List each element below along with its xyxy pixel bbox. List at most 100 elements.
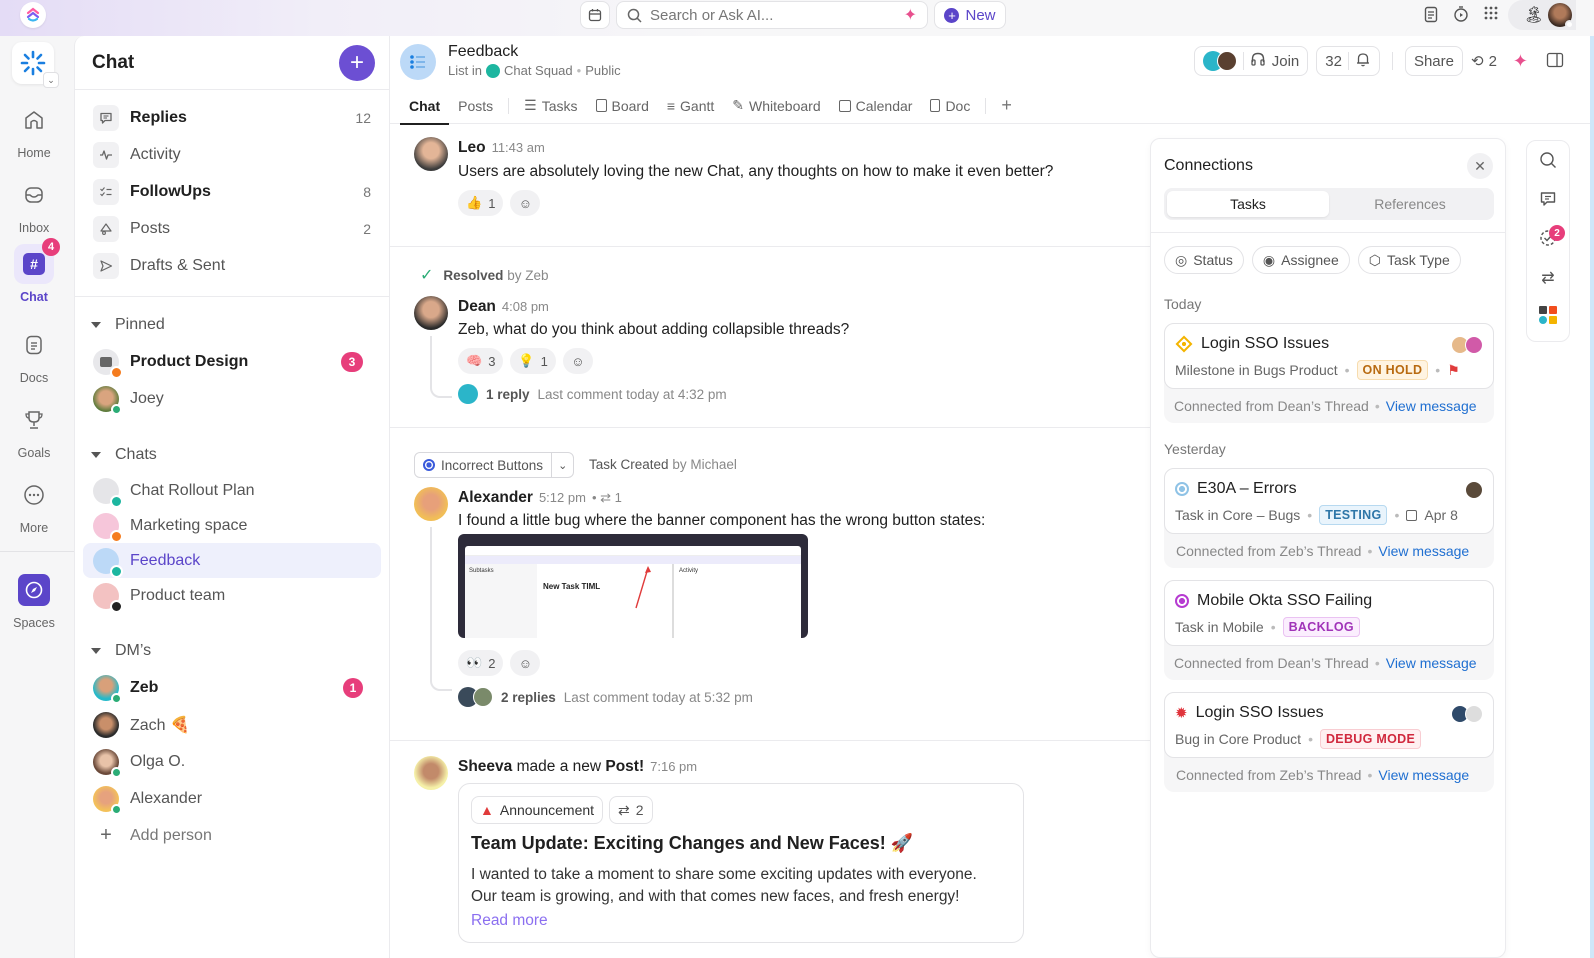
chat-item-joey[interactable]: Joey xyxy=(83,380,381,417)
app-logo[interactable] xyxy=(20,2,46,28)
channel-main: Feedback List in Chat Squad • Public Joi… xyxy=(390,36,1594,958)
workspace-chevron-icon[interactable]: ⌄ xyxy=(43,72,59,88)
notepad-icon[interactable] xyxy=(1423,5,1439,26)
task-chip[interactable]: Incorrect Buttons ⌄ xyxy=(414,452,575,478)
add-person-button[interactable]: + Add person xyxy=(83,817,381,854)
author-name[interactable]: Leo xyxy=(458,139,486,156)
author-name[interactable]: Alexander xyxy=(458,489,533,506)
sidebar-item-activity[interactable]: Activity xyxy=(83,136,381,173)
user-avatar[interactable] xyxy=(414,296,448,330)
announcement-tag[interactable]: ▲ Announcement xyxy=(471,796,604,824)
connection-card[interactable]: Login SSO Issues Milestone in Bugs Produ… xyxy=(1164,323,1494,423)
view-message-link[interactable]: View message xyxy=(1386,398,1477,414)
section-dms[interactable]: DM’s xyxy=(75,633,389,669)
connection-card[interactable]: ✹ Login SSO Issues Bug in Core Product • DE… xyxy=(1164,692,1494,792)
reaction-thumbs-up[interactable]: 👍 1 xyxy=(458,190,504,216)
sidebar-item-replies[interactable]: Replies 12 xyxy=(83,99,381,136)
share-button[interactable]: Share xyxy=(1404,46,1463,76)
section-chats[interactable]: Chats xyxy=(75,437,389,473)
tab-posts[interactable]: Posts xyxy=(449,88,502,124)
join-call-button[interactable]: Join xyxy=(1193,46,1309,76)
search-icon[interactable] xyxy=(1539,151,1557,172)
add-reaction-button[interactable]: ☺ xyxy=(562,348,593,374)
add-view-button[interactable]: + xyxy=(992,88,1021,124)
tab-gantt[interactable]: ≡ Gantt xyxy=(658,88,723,124)
rail-item-docs[interactable]: Docs xyxy=(0,325,68,385)
linked-count[interactable]: • ⇄ 1 xyxy=(592,490,622,505)
connection-card[interactable]: E30A – Errors Task in Core – Bugs • TESTIN… xyxy=(1164,468,1494,568)
thread-replies[interactable]: 2 replies Last comment today at 5:32 pm xyxy=(458,687,753,707)
ai-sparkle-icon[interactable]: ✦ xyxy=(1513,51,1528,72)
space-link[interactable]: Chat Squad xyxy=(504,63,573,78)
rail-item-goals[interactable]: Goals xyxy=(0,400,68,460)
chat-item-product-design[interactable]: Product Design 3 xyxy=(83,343,381,380)
chat-item-product-team[interactable]: Product team xyxy=(83,578,381,613)
reaction-brain[interactable]: 🧠 3 xyxy=(458,348,504,374)
message-feed[interactable]: Leo 11:43 am Users are absolutely loving … xyxy=(390,125,1150,958)
rail-item-inbox[interactable]: Inbox xyxy=(0,175,68,235)
new-chat-button[interactable]: + xyxy=(339,44,375,81)
reaction-bulb[interactable]: 💡 1 xyxy=(510,348,556,374)
tab-references[interactable]: References xyxy=(1329,191,1491,217)
view-message-link[interactable]: View message xyxy=(1378,767,1469,783)
sidebar-item-drafts[interactable]: Drafts & Sent xyxy=(83,247,381,284)
rail-item-home[interactable]: Home xyxy=(0,100,68,160)
view-message-link[interactable]: View message xyxy=(1386,655,1477,671)
add-reaction-button[interactable]: ☺ xyxy=(510,190,541,216)
reaction-eyes[interactable]: 👀 2 xyxy=(458,650,504,676)
new-button[interactable]: + New xyxy=(934,1,1006,29)
followers-button[interactable]: 32 xyxy=(1316,46,1380,76)
comment-icon[interactable] xyxy=(1539,190,1557,211)
tab-tasks[interactable]: Tasks xyxy=(1167,191,1329,217)
tab-calendar[interactable]: Calendar xyxy=(830,88,922,124)
read-more-link[interactable]: Read more xyxy=(471,912,548,930)
author-name[interactable]: Sheeva xyxy=(458,758,512,775)
user-avatar[interactable] xyxy=(414,487,448,521)
rail-item-more[interactable]: More xyxy=(0,475,68,535)
user-avatar[interactable] xyxy=(1548,3,1574,29)
sidebar-item-followups[interactable]: FollowUps 8 xyxy=(83,173,381,210)
dm-item-alexander[interactable]: Alexander xyxy=(83,780,381,817)
filter-task-type[interactable]: ⬡ Task Type xyxy=(1357,246,1461,274)
attached-screenshot[interactable]: Subtasks New Task TIML Activity xyxy=(458,534,808,638)
chat-item-marketing-space[interactable]: Marketing space xyxy=(83,508,381,543)
tab-chat[interactable]: Chat xyxy=(400,88,450,125)
ai-sparkle-icon[interactable]: ✦ xyxy=(904,5,917,25)
view-message-link[interactable]: View message xyxy=(1378,543,1469,559)
tab-doc[interactable]: Doc xyxy=(921,88,979,124)
post-card[interactable]: ▲ Announcement ⇄ 2 Team Update: Exciting C… xyxy=(458,783,1024,943)
chat-item-rollout-plan[interactable]: Chat Rollout Plan xyxy=(83,473,381,508)
chevron-down-icon[interactable]: ⌄ xyxy=(552,459,573,472)
calendar-button[interactable] xyxy=(580,1,610,29)
dm-item-zach[interactable]: Zach 🍕 xyxy=(83,706,381,743)
connections-toggle[interactable]: ⟲ 2 xyxy=(1471,52,1497,71)
close-icon[interactable]: ✕ xyxy=(1467,153,1493,179)
dm-item-olga[interactable]: Olga O. xyxy=(83,743,381,780)
dm-item-zeb[interactable]: Zeb 1 xyxy=(83,669,381,706)
user-avatar[interactable] xyxy=(414,756,448,790)
tab-board[interactable]: Board xyxy=(587,88,658,124)
timer-icon[interactable] xyxy=(1453,5,1469,26)
add-reaction-button[interactable]: ☺ xyxy=(510,650,541,676)
user-avatar[interactable] xyxy=(414,137,448,171)
filter-assignee[interactable]: ◉ Assignee xyxy=(1251,246,1350,274)
author-name[interactable]: Dean xyxy=(458,298,496,315)
tab-whiteboard[interactable]: ✎ Whiteboard xyxy=(723,88,829,124)
sidebar-item-posts[interactable]: Posts 2 xyxy=(83,210,381,247)
user-menu[interactable]: 🏝 xyxy=(1508,0,1576,30)
search-input[interactable]: Search or Ask AI... ✦ xyxy=(616,1,928,29)
chat-item-feedback[interactable]: Feedback xyxy=(83,543,381,578)
filter-status[interactable]: ◎ Status xyxy=(1164,246,1244,274)
relationships-icon[interactable]: ⇄ xyxy=(1541,268,1554,288)
thread-replies[interactable]: 1 reply Last comment today at 4:32 pm xyxy=(458,384,727,404)
apps-grid-icon[interactable] xyxy=(1483,5,1499,26)
rail-item-chat[interactable]: # 4 Chat xyxy=(0,238,68,304)
post-title[interactable]: Team Update: Exciting Changes and New Fa… xyxy=(471,833,913,854)
tab-tasks[interactable]: ☰ Tasks xyxy=(515,88,586,124)
panel-toggle-icon[interactable] xyxy=(1546,52,1564,71)
post-links[interactable]: ⇄ 2 xyxy=(609,796,653,824)
connection-card[interactable]: Mobile Okta SSO Failing Task in Mobile • B… xyxy=(1164,580,1494,680)
rail-item-spaces[interactable]: Spaces xyxy=(0,570,68,630)
integrations-icon[interactable] xyxy=(1539,306,1557,324)
section-pinned[interactable]: Pinned xyxy=(75,307,389,343)
